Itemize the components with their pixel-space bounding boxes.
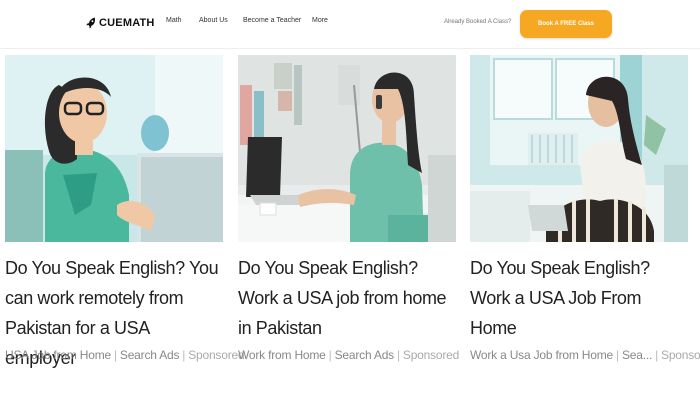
ad-title[interactable]: Do You Speak English? Work a USA Job Fro… xyxy=(470,253,688,343)
ad-card[interactable]: Do You Speak English? You can work remot… xyxy=(5,55,245,373)
ad-source[interactable]: Work a Usa Job from Home xyxy=(470,348,613,362)
already-booked-link[interactable]: Already Booked A Class? xyxy=(444,19,511,25)
ad-thumbnail[interactable] xyxy=(5,55,223,242)
meta-separator: | xyxy=(182,348,186,362)
meta-separator: | xyxy=(328,348,332,362)
ad-network[interactable]: Sea... xyxy=(622,348,652,362)
ad-meta: Work from Home | Search Ads | Sponsored xyxy=(238,348,459,362)
ad-card[interactable]: Do You Speak English? Work a USA job fro… xyxy=(238,55,459,362)
woman-with-laptop-image xyxy=(5,55,223,242)
meta-separator: | xyxy=(113,348,117,362)
nav-math[interactable]: Math xyxy=(166,17,182,24)
ad-network[interactable]: Search Ads xyxy=(120,348,180,362)
sponsored-label: Sponsored xyxy=(661,348,700,362)
ad-source[interactable]: Work from Home xyxy=(238,348,326,362)
woman-on-phone-at-desk-image xyxy=(238,55,456,242)
sponsored-label: Sponsored xyxy=(402,348,460,362)
book-free-class-button[interactable]: Book A FREE Class xyxy=(520,10,612,38)
ad-meta: Work a Usa Job from Home|Sea...|Sponsore… xyxy=(470,348,700,362)
meta-separator: | xyxy=(655,348,659,362)
nav-about-us[interactable]: About Us xyxy=(199,17,228,24)
ad-source[interactable]: USA Job from Home xyxy=(5,348,111,362)
meta-separator: | xyxy=(396,348,400,362)
meta-separator: | xyxy=(616,348,619,362)
top-navbar: CUEMATH Math About Us Become a Teacher M… xyxy=(0,0,700,49)
nav-become-teacher[interactable]: Become a Teacher xyxy=(243,17,301,24)
logo-text: CUEMATH xyxy=(99,17,155,29)
ad-card[interactable]: Do You Speak English? Work a USA Job Fro… xyxy=(470,55,700,362)
cuemath-logo[interactable]: CUEMATH xyxy=(86,15,155,31)
ad-thumbnail[interactable] xyxy=(238,55,456,242)
rocket-icon xyxy=(86,17,96,29)
ad-meta: USA Job from Home | Search Ads | Sponsored xyxy=(5,348,245,362)
ad-title[interactable]: Do You Speak English? Work a USA job fro… xyxy=(238,253,456,343)
ad-thumbnail[interactable] xyxy=(470,55,688,242)
ad-network[interactable]: Search Ads xyxy=(335,348,395,362)
woman-on-bed-with-laptop-image xyxy=(470,55,688,242)
nav-more[interactable]: More xyxy=(312,17,328,24)
sponsored-label: Sponsored xyxy=(188,348,245,362)
